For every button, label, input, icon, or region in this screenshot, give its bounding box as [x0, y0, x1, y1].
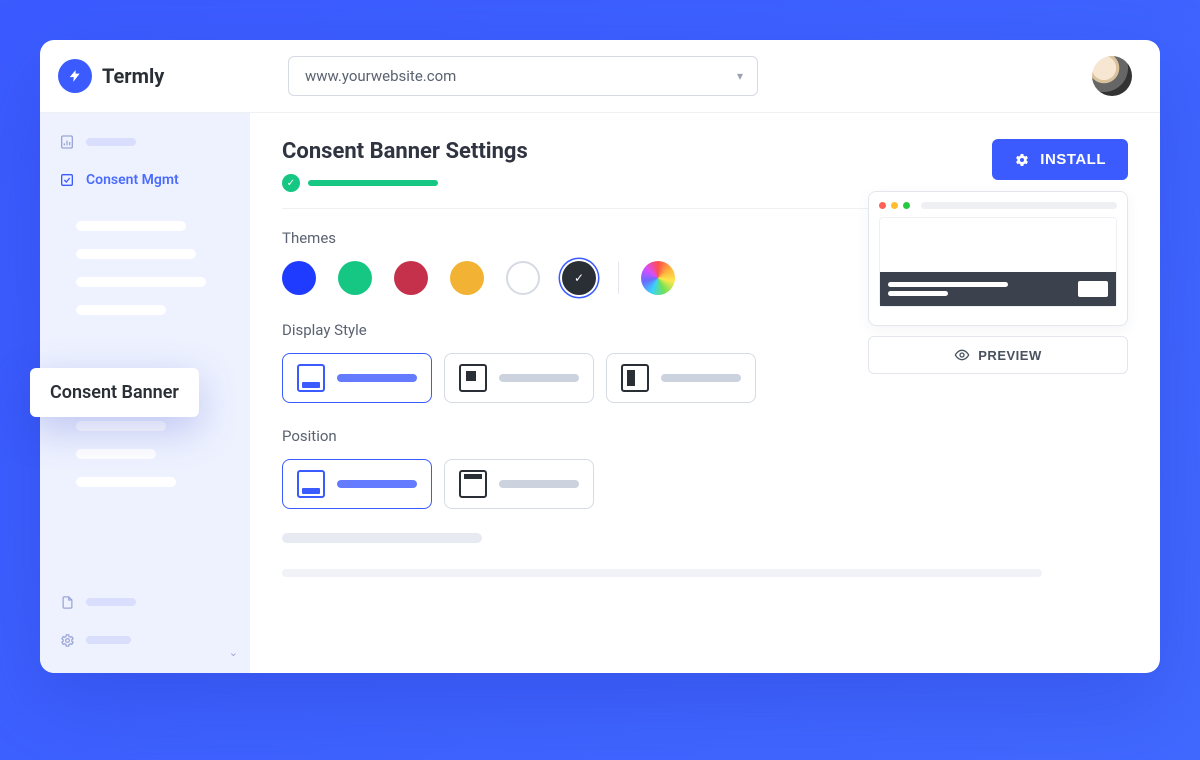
dashboard-icon [58, 133, 76, 151]
site-selected-value: www.yourwebsite.com [305, 67, 456, 85]
preview-label: PREVIEW [978, 348, 1041, 363]
eye-icon [954, 347, 970, 363]
display-option-modal-small[interactable] [444, 353, 594, 403]
sidebar-subitem[interactable] [76, 221, 186, 231]
theme-swatch-blue[interactable] [282, 261, 316, 295]
sidebar-subitems [40, 199, 250, 509]
position-option-bottom[interactable] [282, 459, 432, 509]
position-label: Position [282, 427, 1128, 445]
sidebar-subitem[interactable] [76, 305, 166, 315]
separator [618, 262, 619, 294]
site-selector[interactable]: www.yourwebsite.com [288, 56, 758, 96]
display-option-modal-left[interactable] [606, 353, 756, 403]
check-icon: ✓ [282, 174, 300, 192]
option-label [337, 480, 417, 488]
preview-page [879, 217, 1117, 307]
theme-swatch-white[interactable] [506, 261, 540, 295]
sidebar-item-docs[interactable] [40, 583, 250, 621]
brand-logo: Termly [58, 59, 258, 93]
install-label: INSTALL [1040, 151, 1106, 168]
brand-name: Termly [102, 64, 164, 88]
sidebar-subitem[interactable] [76, 477, 176, 487]
sidebar-item-consent-mgmt[interactable]: Consent Mgmt [40, 161, 250, 199]
document-icon [58, 593, 76, 611]
sidebar-subitem[interactable] [76, 249, 196, 259]
preview-button[interactable]: PREVIEW [868, 336, 1128, 374]
checklist-icon [58, 171, 76, 189]
sidebar-item-label [86, 138, 136, 146]
sidebar-subitem[interactable] [76, 421, 166, 431]
modal-small-icon [459, 364, 487, 392]
position-options [282, 459, 1128, 509]
position-option-top[interactable] [444, 459, 594, 509]
url-bar-placeholder [921, 202, 1117, 209]
logo-icon [58, 59, 92, 93]
theme-swatch-green[interactable] [338, 261, 372, 295]
theme-swatch-dark-selected[interactable]: ✓ [562, 261, 596, 295]
progress-bar [308, 180, 438, 186]
user-avatar[interactable] [1092, 56, 1132, 96]
sidebar-subitem[interactable] [76, 449, 156, 459]
option-label [661, 374, 741, 382]
option-label [499, 374, 579, 382]
install-button[interactable]: INSTALL [992, 139, 1128, 180]
mac-max-icon [903, 202, 910, 209]
consent-banner-tooltip: Consent Banner [30, 368, 199, 417]
main-content: Consent Banner Settings ✓ INSTALL Themes [250, 113, 1160, 673]
app-body: Consent Mgmt [40, 113, 1160, 673]
preview-panel: PREVIEW [868, 191, 1128, 374]
position-bottom-icon [297, 470, 325, 498]
page-title: Consent Banner Settings [282, 139, 528, 164]
preview-box [868, 191, 1128, 326]
modal-left-icon [621, 364, 649, 392]
theme-swatch-custom[interactable] [641, 261, 675, 295]
app-window: Termly www.yourwebsite.com Consent Mgmt [40, 40, 1160, 673]
chevron-down-icon[interactable]: ⌄ [229, 646, 238, 659]
display-option-banner[interactable] [282, 353, 432, 403]
gear-icon [58, 631, 76, 649]
sidebar-subitem[interactable] [76, 277, 206, 287]
sidebar-item-dashboard[interactable] [40, 123, 250, 161]
sidebar-item-settings[interactable] [40, 621, 250, 659]
preview-accept-button [1078, 281, 1108, 297]
mac-close-icon [879, 202, 886, 209]
option-label [337, 374, 417, 382]
tooltip-label: Consent Banner [50, 382, 179, 403]
sidebar-item-label [86, 598, 136, 606]
option-label [499, 480, 579, 488]
theme-swatch-yellow[interactable] [450, 261, 484, 295]
app-header: Termly www.yourwebsite.com [40, 40, 1160, 113]
preview-consent-bar [880, 272, 1116, 306]
sidebar-item-label [86, 636, 131, 644]
position-top-icon [459, 470, 487, 498]
theme-swatch-red[interactable] [394, 261, 428, 295]
gear-icon [1014, 152, 1030, 168]
sidebar-item-label: Consent Mgmt [86, 172, 179, 188]
banner-icon [297, 364, 325, 392]
mac-min-icon [891, 202, 898, 209]
placeholder-row [282, 533, 1128, 577]
window-controls [879, 202, 1117, 209]
progress-indicator: ✓ [282, 174, 528, 192]
